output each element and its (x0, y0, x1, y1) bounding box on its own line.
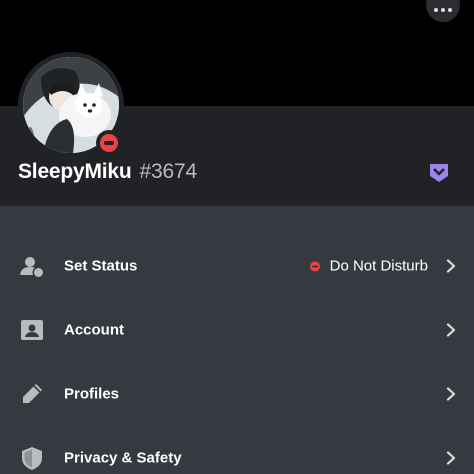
menu-item-account[interactable]: Account (0, 298, 474, 362)
user-status-icon (19, 253, 45, 279)
menu-item-label: Profiles (64, 385, 120, 403)
chevron-right-icon (446, 323, 456, 337)
menu-item-label: Set Status (64, 257, 138, 275)
username: SleepyMiku (18, 160, 132, 183)
dnd-status-icon (309, 261, 320, 271)
settings-menu: Set Status Do Not Disturb Account Profil… (0, 206, 474, 474)
more-dot (441, 8, 445, 12)
user-identity: SleepyMiku #3674 (18, 160, 197, 186)
menu-item-label: Account (64, 321, 124, 339)
more-dots-icon (434, 8, 438, 12)
current-status: Do Not Disturb (309, 257, 428, 275)
dnd-status-icon (100, 134, 118, 152)
chevron-right-icon (446, 259, 456, 273)
menu-item-set-status[interactable]: Set Status Do Not Disturb (0, 234, 474, 298)
menu-item-profiles[interactable]: Profiles (0, 362, 474, 426)
pencil-icon (19, 381, 45, 407)
chevron-right-icon (446, 387, 456, 401)
shield-icon (19, 445, 45, 471)
menu-item-privacy-safety[interactable]: Privacy & Safety (0, 426, 474, 474)
menu-item-label: Privacy & Safety (64, 449, 182, 467)
discriminator: #3674 (139, 160, 198, 183)
status-indicator (96, 130, 122, 156)
nitro-badge-icon[interactable] (428, 162, 450, 184)
id-card-icon (19, 317, 45, 343)
status-value-label: Do Not Disturb (329, 257, 428, 275)
more-dot (448, 8, 452, 12)
chevron-right-icon (446, 451, 456, 465)
profile-screen: SleepyMiku #3674 Set Status Do Not Distu… (0, 0, 474, 474)
